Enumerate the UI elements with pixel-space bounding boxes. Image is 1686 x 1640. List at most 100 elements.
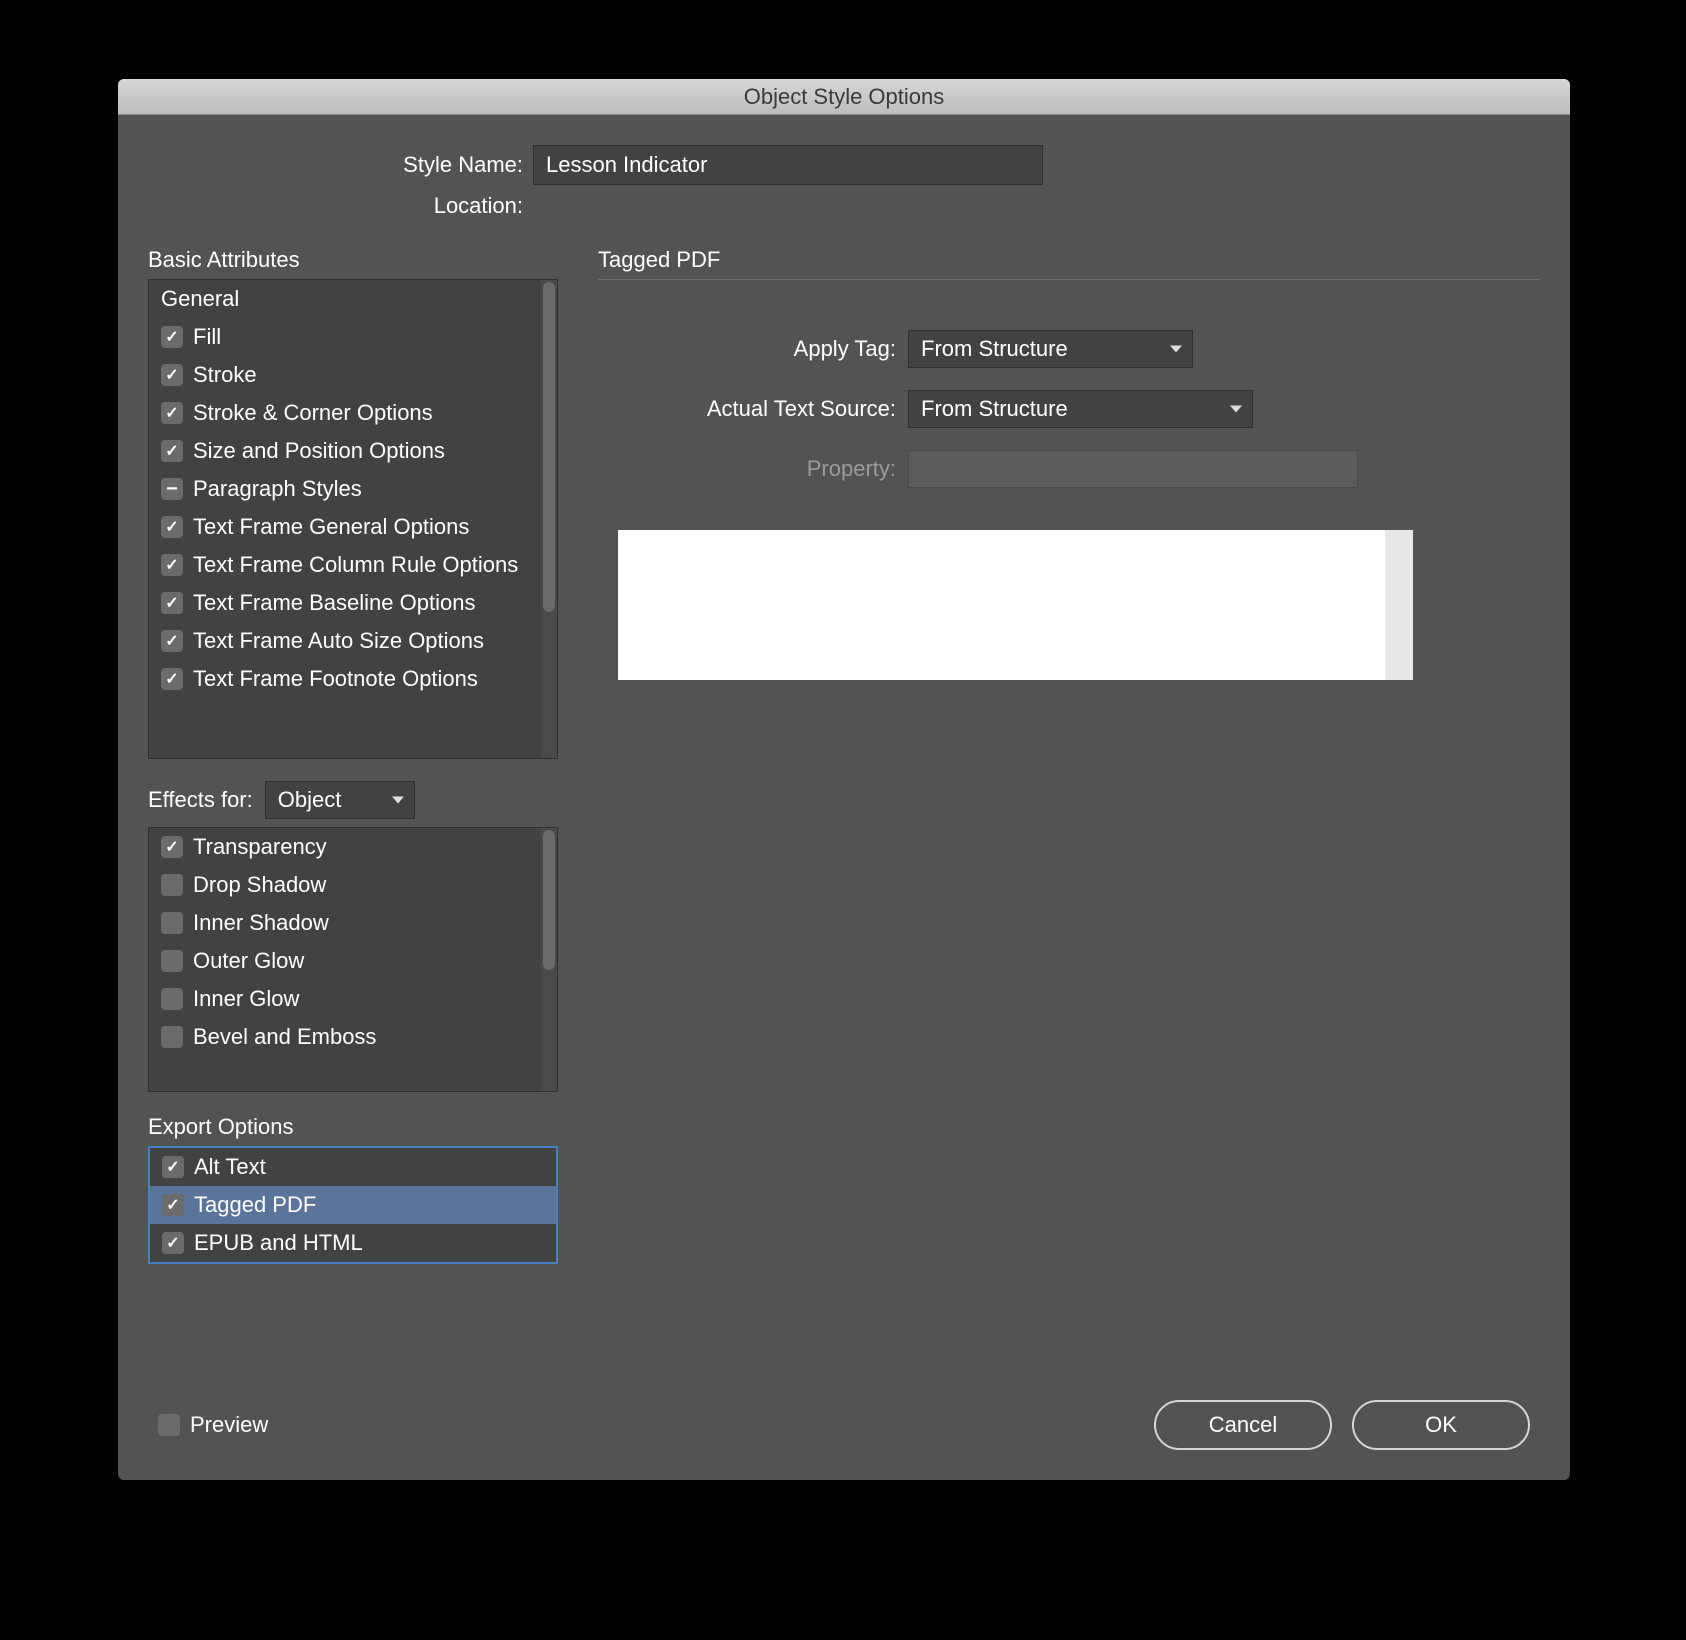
basic-item[interactable]: Text Frame Footnote Options [149, 660, 557, 698]
effects-for-dropdown[interactable]: Object [265, 781, 415, 819]
export-item-label: Alt Text [194, 1154, 266, 1180]
effects-item[interactable]: Drop Shadow [149, 866, 557, 904]
basic-item-label: Text Frame General Options [193, 514, 469, 540]
preview-checkbox[interactable] [158, 1414, 180, 1436]
actual-text-row: Actual Text Source: From Structure [598, 390, 1540, 428]
basic-item-label: Text Frame Footnote Options [193, 666, 478, 692]
effects-checkbox[interactable] [161, 950, 183, 972]
preview-textarea[interactable] [618, 530, 1413, 680]
effects-item-label: Outer Glow [193, 948, 304, 974]
cancel-button[interactable]: Cancel [1154, 1400, 1332, 1450]
export-options-list[interactable]: Alt Text Tagged PDF EPUB and HTML [148, 1146, 558, 1264]
apply-tag-row: Apply Tag: From Structure [598, 330, 1540, 368]
effects-checkbox[interactable] [161, 988, 183, 1010]
export-checkbox[interactable] [162, 1156, 184, 1178]
basic-item[interactable]: Paragraph Styles [149, 470, 557, 508]
actual-text-dropdown[interactable]: From Structure [908, 390, 1253, 428]
ok-button[interactable]: OK [1352, 1400, 1530, 1450]
effects-item-label: Inner Shadow [193, 910, 329, 936]
basic-checkbox[interactable] [161, 326, 183, 348]
basic-checkbox[interactable] [161, 440, 183, 462]
basic-checkbox[interactable] [161, 630, 183, 652]
basic-checkbox[interactable] [161, 554, 183, 576]
effects-item[interactable]: Inner Glow [149, 980, 557, 1018]
effects-checkbox[interactable] [161, 836, 183, 858]
effects-scroll-thumb[interactable] [543, 830, 555, 970]
property-row: Property: [598, 450, 1540, 488]
location-label: Location: [148, 193, 533, 219]
basic-item-label: Stroke [193, 362, 257, 388]
effects-item-label: Drop Shadow [193, 872, 326, 898]
basic-checkbox[interactable] [161, 516, 183, 538]
effects-checkbox[interactable] [161, 1026, 183, 1048]
basic-checkbox[interactable] [161, 668, 183, 690]
basic-item[interactable]: Stroke & Corner Options [149, 394, 557, 432]
effects-item-label: Inner Glow [193, 986, 299, 1012]
actual-text-label: Actual Text Source: [598, 396, 908, 422]
property-label: Property: [598, 456, 908, 482]
effects-for-label: Effects for: [148, 787, 253, 813]
effects-checkbox[interactable] [161, 912, 183, 934]
actual-text-value: From Structure [921, 396, 1068, 422]
effects-item[interactable]: Outer Glow [149, 942, 557, 980]
dialog-content: Style Name: Location: Basic Attributes G… [118, 115, 1570, 1480]
effects-for-value: Object [278, 787, 342, 813]
export-item-label: EPUB and HTML [194, 1230, 363, 1256]
export-item[interactable]: Tagged PDF [150, 1186, 556, 1224]
right-panel-title: Tagged PDF [598, 247, 1540, 273]
button-row: Cancel OK [1154, 1400, 1530, 1450]
dialog-footer: Preview Cancel OK [148, 1380, 1540, 1460]
basic-checkbox[interactable] [161, 402, 183, 424]
export-options-label: Export Options [148, 1114, 558, 1140]
style-name-label: Style Name: [148, 152, 533, 178]
basic-scroll-thumb[interactable] [543, 282, 555, 612]
object-style-options-dialog: Object Style Options Style Name: Locatio… [118, 79, 1570, 1480]
basic-item[interactable]: Text Frame Column Rule Options [149, 546, 557, 584]
effects-item[interactable]: Inner Shadow [149, 904, 557, 942]
basic-item[interactable]: Stroke [149, 356, 557, 394]
basic-checkbox[interactable] [161, 364, 183, 386]
basic-item[interactable]: Fill [149, 318, 557, 356]
effects-item[interactable]: Transparency [149, 828, 557, 866]
effects-scrollbar[interactable] [541, 828, 557, 1091]
style-name-input[interactable] [533, 145, 1043, 185]
style-name-row: Style Name: [148, 145, 1540, 185]
preview-label: Preview [190, 1412, 268, 1438]
effects-checkbox[interactable] [161, 874, 183, 896]
right-divider [598, 279, 1540, 280]
apply-tag-dropdown[interactable]: From Structure [908, 330, 1193, 368]
effects-for-row: Effects for: Object [148, 781, 558, 819]
basic-item[interactable]: Size and Position Options [149, 432, 557, 470]
export-item-label: Tagged PDF [194, 1192, 316, 1218]
basic-item[interactable]: Text Frame General Options [149, 508, 557, 546]
basic-attributes-list[interactable]: General Fill Stroke Stroke & Corner Options… [148, 279, 558, 759]
basic-item[interactable]: Text Frame Baseline Options [149, 584, 557, 622]
basic-item-label: Paragraph Styles [193, 476, 362, 502]
export-checkbox[interactable] [162, 1232, 184, 1254]
basic-item-label: Size and Position Options [193, 438, 445, 464]
basic-item-label: Text Frame Baseline Options [193, 590, 475, 616]
effects-list[interactable]: Transparency Drop Shadow Inner Shadow Outer… [148, 827, 558, 1092]
apply-tag-label: Apply Tag: [598, 336, 908, 362]
export-item[interactable]: EPUB and HTML [150, 1224, 556, 1262]
export-checkbox[interactable] [162, 1194, 184, 1216]
apply-tag-value: From Structure [921, 336, 1068, 362]
basic-checkbox[interactable] [161, 592, 183, 614]
dialog-title: Object Style Options [744, 84, 945, 110]
basic-item[interactable]: Text Frame Auto Size Options [149, 622, 557, 660]
effects-item-label: Bevel and Emboss [193, 1024, 376, 1050]
effects-item[interactable]: Bevel and Emboss [149, 1018, 557, 1056]
basic-checkbox[interactable] [161, 478, 183, 500]
basic-item-label: Fill [193, 324, 221, 350]
left-column: Basic Attributes GeneralFillStrokeStroke… [148, 247, 558, 1380]
export-item[interactable]: Alt Text [150, 1148, 556, 1186]
preview-scrollbar[interactable] [1385, 530, 1413, 680]
basic-scrollbar[interactable] [541, 280, 557, 758]
basic-item[interactable]: General [149, 280, 557, 318]
location-row: Location: [148, 193, 1540, 219]
basic-item-label: General [161, 286, 239, 312]
basic-item-label: Text Frame Column Rule Options [193, 552, 518, 578]
property-input [908, 450, 1358, 488]
basic-item-label: Stroke & Corner Options [193, 400, 433, 426]
preview-checkbox-row[interactable]: Preview [158, 1412, 268, 1438]
